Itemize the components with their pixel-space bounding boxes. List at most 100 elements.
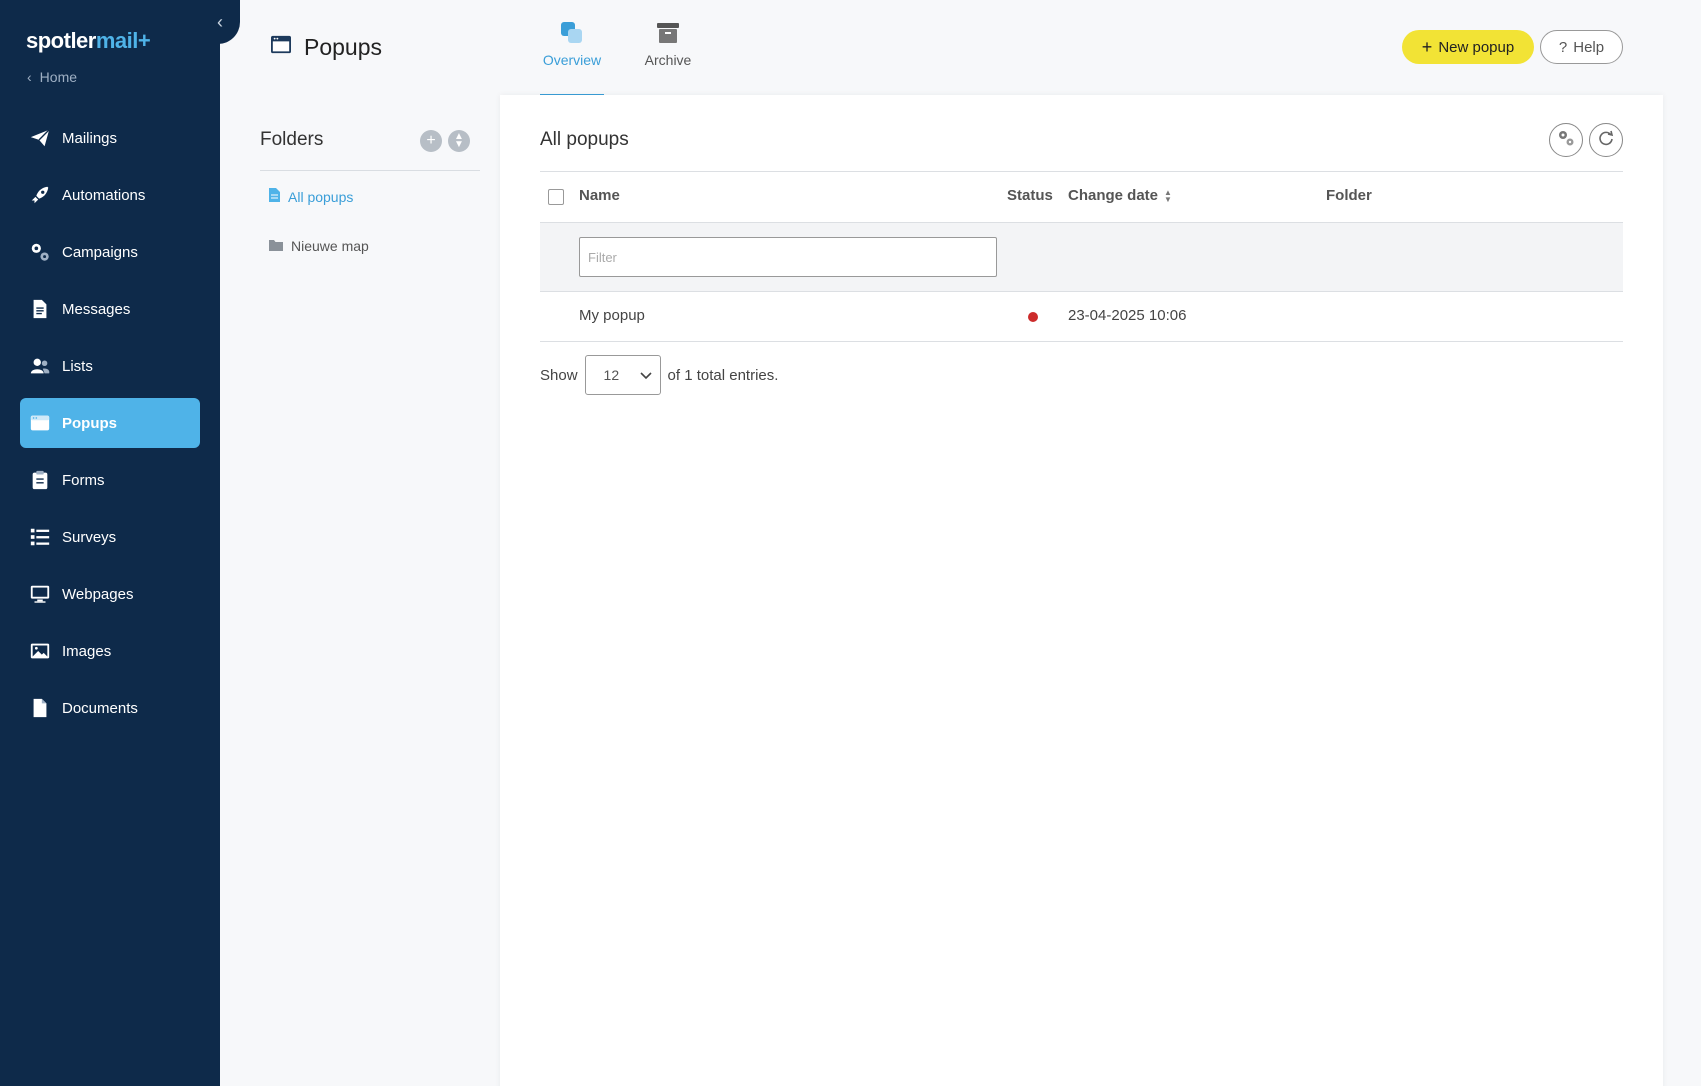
folder-item-nieuwe-map[interactable]: Nieuwe map [269,238,369,254]
view-tabs: Overview Archive [540,18,732,96]
brand-logo[interactable]: spotlermail+ [26,28,151,54]
column-folder[interactable]: Folder [1326,187,1372,204]
sort-icon: ▲ ▼ [1164,187,1172,204]
sidebar-item-label: Documents [62,699,138,717]
popups-card: All popups Name Status Change date ▲ ▼ Fo… [500,95,1663,1086]
image-icon [28,639,52,663]
folder-label: Nieuwe map [291,238,369,254]
help-button[interactable]: ? Help [1540,30,1623,64]
divider [540,341,1623,342]
page-header: Popups [270,34,382,61]
column-status[interactable]: Status [1007,187,1053,204]
sidebar-item-surveys[interactable]: Surveys [20,512,200,562]
table-row[interactable]: My popup 23-04-2025 10:06 [540,292,1623,341]
plus-icon: + [1421,37,1433,57]
window-icon [28,411,52,435]
rocket-icon [28,183,52,207]
paper-plane-icon [28,126,52,150]
divider [260,170,480,171]
pagination: Show 12 of 1 total entries. [540,355,778,395]
tab-label: Overview [542,52,602,68]
page-size-value: 12 [603,367,620,383]
sidebar-item-campaigns[interactable]: Campaigns [20,227,200,277]
row-change-date: 23-04-2025 10:06 [1068,307,1187,324]
sidebar-item-label: Mailings [62,129,118,147]
monitor-icon [28,582,52,606]
list-check-icon [28,525,52,549]
window-icon [270,35,292,60]
sidebar-collapse-button[interactable]: ‹ [200,0,240,44]
users-icon [28,354,52,378]
row-name[interactable]: My popup [579,307,645,324]
gears-icon [28,240,52,264]
brand-accent: mail+ [95,28,151,53]
sidebar-item-label: Messages [62,300,131,318]
column-label: Change date [1068,187,1159,204]
total-entries-text: of 1 total entries. [667,366,779,384]
status-dot [1028,312,1038,322]
sidebar-item-label: Surveys [62,528,117,546]
folder-actions: + ▲ ▼ [420,130,470,152]
popups-table: Name Status Change date ▲▼ Folder My pop… [540,171,1623,342]
show-label: Show [540,366,578,384]
page-title: Popups [304,34,383,60]
settings-button[interactable] [1549,123,1583,157]
sidebar-item-popups[interactable]: Popups [20,398,200,448]
tab-overview[interactable]: Overview [540,18,604,96]
chevron-left-icon: ‹ [217,11,223,32]
sort-icon: ▲ ▼ [454,131,464,150]
folder-icon [269,238,283,254]
refresh-button[interactable] [1589,123,1623,157]
sidebar-item-messages[interactable]: Messages [20,284,200,334]
sidebar-item-forms[interactable]: Forms [20,455,200,505]
sidebar-item-webpages[interactable]: Webpages [20,569,200,619]
column-name[interactable]: Name [579,187,620,204]
plus-icon: + [426,132,436,149]
folder-item-all-popups[interactable]: All popups [269,188,353,205]
sidebar-item-documents[interactable]: Documents [20,683,200,733]
sidebar-nav: Mailings Automations Campaigns Messages … [20,113,200,740]
refresh-icon [1598,130,1614,151]
sidebar-item-label: Webpages [62,585,134,603]
sidebar-item-label: Lists [62,357,93,375]
document-icon [269,188,280,205]
select-all-checkbox[interactable] [548,189,564,205]
sidebar-item-label: Forms [62,471,105,489]
sidebar-item-images[interactable]: Images [20,626,200,676]
column-change-date[interactable]: Change date ▲ ▼ [1068,187,1172,204]
file-icon [28,696,52,720]
sidebar-item-label: Campaigns [62,243,138,261]
home-label: Home [39,69,78,85]
new-popup-label: New popup [1438,38,1515,56]
home-link[interactable]: ‹ Home [27,69,77,85]
help-label: Help [1573,38,1605,56]
sidebar-item-mailings[interactable]: Mailings [20,113,200,163]
brand-main: spotler [26,28,96,53]
add-folder-button[interactable]: + [420,130,442,152]
gears-icon [1557,129,1575,152]
sidebar-item-label: Automations [62,186,146,204]
document-icon [28,297,52,321]
sidebar: spotlermail+ ‹ Home Mailings Automations… [0,0,220,1086]
question-icon: ? [1558,38,1568,56]
sidebar-item-lists[interactable]: Lists [20,341,200,391]
name-filter-input[interactable] [579,237,997,277]
chevron-left-icon: ‹ [27,69,32,85]
new-popup-button[interactable]: + New popup [1402,30,1534,64]
clipboard-icon [28,468,52,492]
sidebar-item-label: Popups [62,414,117,432]
card-title: All popups [540,129,629,150]
folder-label: All popups [288,188,354,205]
tab-archive[interactable]: Archive [636,18,700,94]
filter-row [540,223,1623,291]
chevron-down-icon [639,367,652,383]
sidebar-item-label: Images [62,642,112,660]
folders-panel: Folders + ▲ ▼ All popups Nieuwe map [260,120,480,254]
archive-icon [636,18,700,48]
sort-folders-button[interactable]: ▲ ▼ [448,130,470,152]
overview-icon [540,18,604,48]
sidebar-item-automations[interactable]: Automations [20,170,200,220]
tab-label: Archive [644,52,692,68]
card-tools [1549,123,1623,157]
page-size-select[interactable]: 12 [584,355,661,395]
